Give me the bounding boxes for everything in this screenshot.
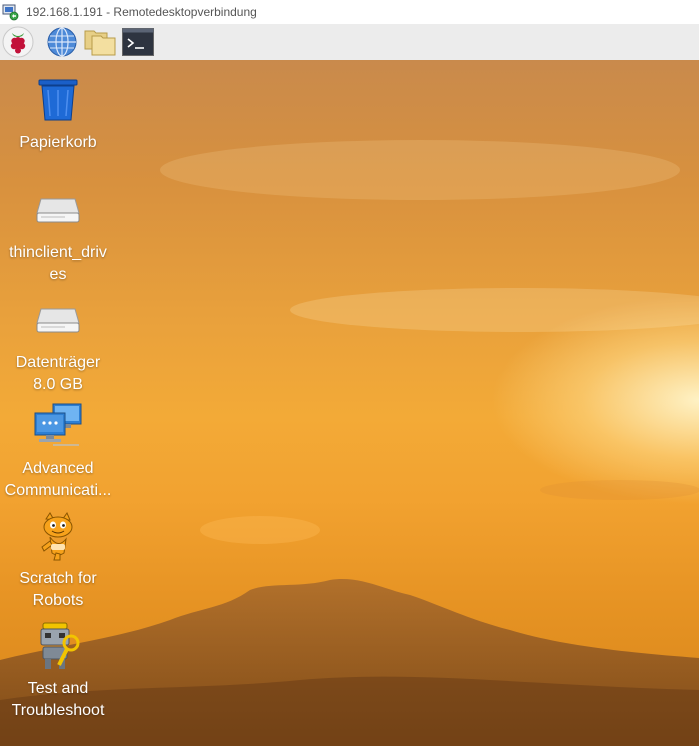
desktop-icon-label-line1: thinclient_driv <box>9 244 107 261</box>
desktop-icon-label-line1: Advanced <box>22 460 94 477</box>
desktop-icon-label-line2: 8.0 GB <box>33 376 83 393</box>
desktop-icon-label-line1: Test and <box>27 680 89 697</box>
window-title: 192.168.1.191 - Remotedesktopverbindung <box>26 5 257 19</box>
terminal-button[interactable] <box>121 25 155 59</box>
desktop[interactable]: Papierkorb thinclient_driv es Datenträge… <box>0 60 699 746</box>
desktop-icon-label-line1: Scratch for <box>19 570 97 587</box>
desktop-icon-label-line2: es <box>49 266 67 283</box>
desktop-icon-label-line2: Communicati... <box>4 482 112 499</box>
raspberry-menu-button[interactable] <box>1 25 35 59</box>
desktop-icon-label: Papierkorb <box>19 134 97 151</box>
robot-wrench-icon <box>32 620 84 672</box>
taskbar <box>0 24 699 61</box>
desktop-icon-thinclient-drives[interactable]: thinclient_driv es <box>0 184 116 286</box>
desktop-icon-label-line1: Datenträger <box>15 354 101 371</box>
desktop-icon-label-line2: Robots <box>32 592 84 609</box>
terminal-icon <box>122 28 154 56</box>
desktop-icon-test-and-troubleshoot[interactable]: Test and Troubleshoot <box>0 620 116 722</box>
scratch-cat-icon <box>32 510 84 562</box>
desktop-icon-scratch-for-robots[interactable]: Scratch for Robots <box>0 510 116 612</box>
desktop-icon-datentraeger[interactable]: Datenträger 8.0 GB <box>0 294 116 396</box>
window-titlebar[interactable]: 192.168.1.191 - Remotedesktopverbindung <box>0 0 699 24</box>
raspberry-pi-icon <box>2 26 34 58</box>
web-browser-button[interactable] <box>45 25 79 59</box>
drive-icon <box>32 294 84 346</box>
desktop-icon-trash[interactable]: Papierkorb <box>0 74 116 154</box>
globe-icon <box>46 26 78 58</box>
network-computers-icon <box>32 400 84 452</box>
folders-icon <box>83 27 117 57</box>
drive-icon <box>32 184 84 236</box>
desktop-icon-advanced-communication[interactable]: Advanced Communicati... <box>0 400 116 502</box>
file-manager-button[interactable] <box>83 25 117 59</box>
desktop-icon-label-line2: Troubleshoot <box>11 702 105 719</box>
remote-desktop-icon <box>2 3 20 21</box>
trash-bin-icon <box>32 74 84 126</box>
